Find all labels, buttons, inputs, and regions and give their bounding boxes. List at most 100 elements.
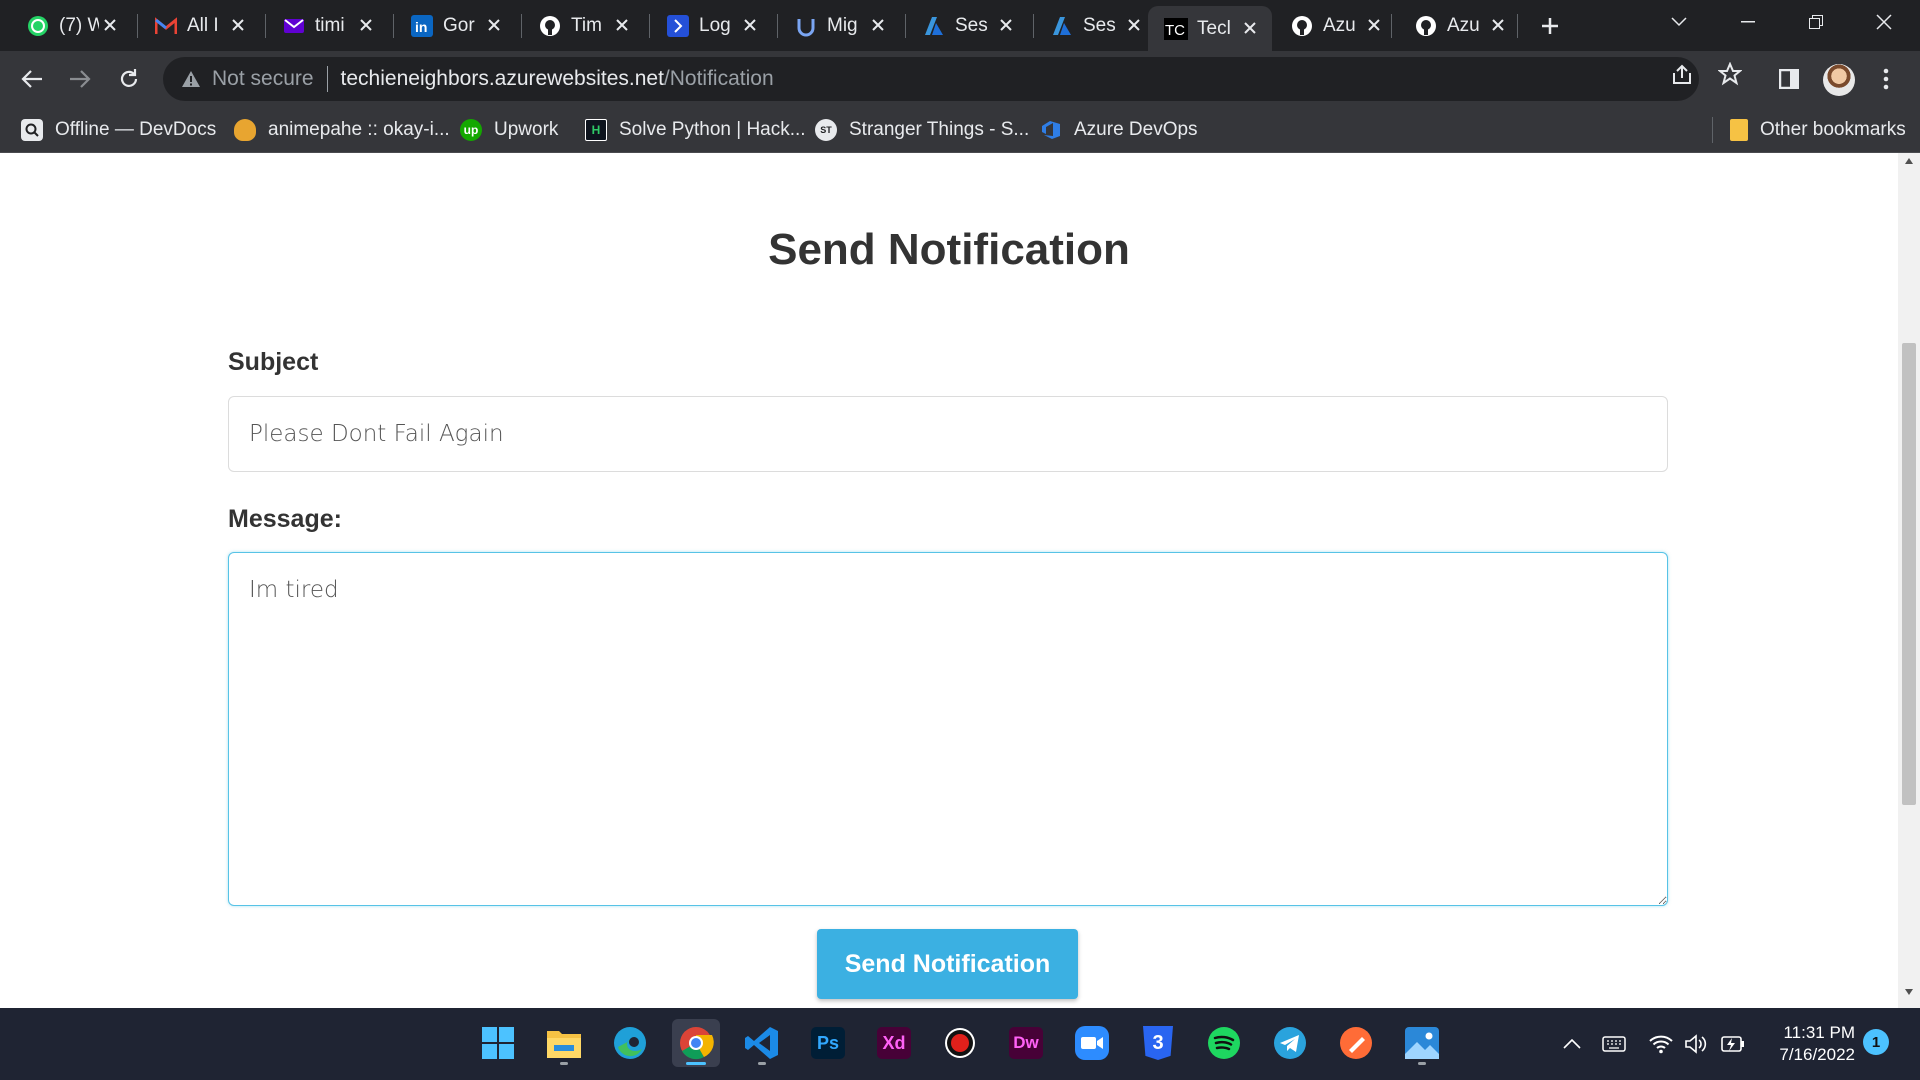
photos-icon[interactable] [1398, 1019, 1446, 1067]
bookmark-item[interactable]: up Upwork [460, 116, 558, 144]
postman-icon[interactable] [1332, 1019, 1380, 1067]
adobe-xd-icon[interactable]: Xd [870, 1019, 918, 1067]
browser-tab-strip: (7) W All I timi in Gor Tim Log Mig Ses … [0, 0, 1920, 51]
battery-charging-icon[interactable] [1718, 1030, 1746, 1058]
arrow-right-icon [70, 70, 91, 88]
close-icon[interactable] [1362, 13, 1386, 37]
svg-text:in: in [415, 19, 427, 35]
minimize-button[interactable] [1714, 0, 1782, 44]
new-tab-button[interactable] [1534, 10, 1566, 42]
send-notification-button[interactable]: Send Notification [817, 929, 1078, 999]
browser-tab[interactable]: Tim [522, 6, 644, 45]
menu-button[interactable] [1869, 62, 1903, 96]
animepahe-icon [234, 119, 256, 141]
close-icon[interactable] [98, 13, 122, 37]
close-window-button[interactable] [1850, 0, 1918, 44]
restore-button[interactable] [1782, 0, 1850, 44]
browser-tab[interactable]: All I [138, 6, 260, 45]
notification-badge[interactable]: 1 [1863, 1029, 1889, 1055]
minimize-icon [1741, 21, 1755, 23]
edge-icon[interactable] [606, 1019, 654, 1067]
browser-tab[interactable]: Ses [1034, 6, 1156, 45]
reload-button[interactable] [112, 62, 146, 96]
bookmarks-bar: Offline — DevDocs animepahe :: okay-i...… [0, 107, 1920, 153]
close-icon[interactable] [482, 13, 506, 37]
photoshop-icon[interactable]: Ps [804, 1019, 852, 1067]
page-scrollbar[interactable] [1898, 153, 1920, 1008]
close-icon[interactable] [1486, 13, 1510, 37]
vscode-icon[interactable] [738, 1019, 786, 1067]
subject-input[interactable] [228, 396, 1668, 472]
yahoo-mail-icon [282, 14, 306, 38]
dreamweaver-icon[interactable]: Dw [1002, 1019, 1050, 1067]
whatsapp-icon [26, 14, 50, 38]
browser-tab[interactable]: Ses [906, 6, 1028, 45]
close-icon[interactable] [1122, 13, 1146, 37]
security-label[interactable]: Not secure [212, 67, 314, 91]
show-hidden-icons-chevron-up-icon[interactable] [1558, 1030, 1586, 1058]
browser-tab[interactable]: timi [266, 6, 388, 45]
file-explorer-icon[interactable] [540, 1019, 588, 1067]
css3-icon[interactable]: 3 [1134, 1019, 1182, 1067]
url-path: /Notification [663, 67, 774, 90]
other-bookmarks-folder[interactable]: Other bookmarks [1730, 116, 1906, 144]
chrome-icon[interactable] [672, 1019, 720, 1067]
wifi-icon[interactable] [1647, 1030, 1675, 1058]
bookmark-item[interactable]: Offline — DevDocs [21, 116, 216, 144]
upwork-icon: up [460, 119, 482, 141]
forward-button[interactable] [63, 62, 97, 96]
subject-label: Subject [228, 348, 319, 376]
close-icon[interactable] [226, 13, 250, 37]
bookmark-label: Offline — DevDocs [55, 119, 217, 140]
scroll-down-arrow-icon[interactable] [1898, 988, 1920, 1004]
clock-date: 7/16/2022 [1779, 1045, 1855, 1064]
back-button[interactable] [15, 62, 49, 96]
volume-icon[interactable] [1682, 1030, 1710, 1058]
zoom-icon[interactable] [1068, 1019, 1116, 1067]
azure-icon [922, 14, 946, 38]
side-panel-button[interactable] [1772, 62, 1806, 96]
bookmark-item[interactable]: animepahe :: okay-i... [234, 116, 450, 144]
warning-icon[interactable] [180, 68, 202, 90]
browser-toolbar: Not secure techieneighbors.azurewebsites… [0, 51, 1920, 107]
bookmark-label: animepahe :: okay-i... [268, 119, 450, 140]
star-icon [1718, 62, 1742, 86]
browser-tab[interactable]: Azu [1398, 6, 1520, 45]
browser-tab[interactable]: Log [650, 6, 772, 45]
github-icon [1290, 14, 1314, 38]
bookmark-label: Other bookmarks [1760, 119, 1906, 140]
system-clock[interactable]: 11:31 PM 7/16/2022 [1755, 1022, 1855, 1066]
share-button[interactable] [1669, 61, 1695, 87]
address-divider [326, 66, 328, 92]
close-icon[interactable] [866, 13, 890, 37]
recorder-icon[interactable] [936, 1019, 984, 1067]
stranger-things-icon: ST [815, 119, 837, 141]
close-icon[interactable] [738, 13, 762, 37]
windows-start-icon[interactable] [474, 1019, 522, 1067]
telegram-icon[interactable] [1266, 1019, 1314, 1067]
close-icon[interactable] [1238, 16, 1262, 40]
scroll-up-arrow-icon[interactable] [1898, 157, 1920, 173]
keyboard-icon[interactable] [1600, 1030, 1628, 1058]
scroll-thumb[interactable] [1902, 343, 1916, 805]
address-bar[interactable]: Not secure techieneighbors.azurewebsites… [163, 57, 1699, 101]
tab-search-button[interactable] [1645, 0, 1713, 44]
browser-tab[interactable]: Mig [778, 6, 900, 45]
bookmark-item[interactable]: ST Stranger Things - S... [815, 116, 1029, 144]
share-icon [1673, 64, 1691, 84]
tab-title: Log [699, 14, 731, 36]
bookmark-item[interactable]: H Solve Python | Hack... [585, 116, 806, 144]
close-icon[interactable] [994, 13, 1018, 37]
bookmark-star-button[interactable] [1717, 61, 1743, 87]
close-icon[interactable] [610, 13, 634, 37]
browser-tab-active[interactable]: TC Tecl [1148, 6, 1272, 51]
close-icon[interactable] [354, 13, 378, 37]
browser-tab[interactable]: in Gor [394, 6, 516, 45]
browser-tab[interactable]: (7) W [10, 6, 132, 45]
message-textarea[interactable]: Im tired [228, 552, 1668, 906]
bookmark-item[interactable]: Azure DevOps [1040, 116, 1198, 144]
browser-tab[interactable]: Azu [1274, 6, 1396, 45]
page-content: Send Notification Subject Message: Im ti… [0, 153, 1898, 1008]
spotify-icon[interactable] [1200, 1019, 1248, 1067]
profile-avatar[interactable] [1823, 64, 1855, 96]
